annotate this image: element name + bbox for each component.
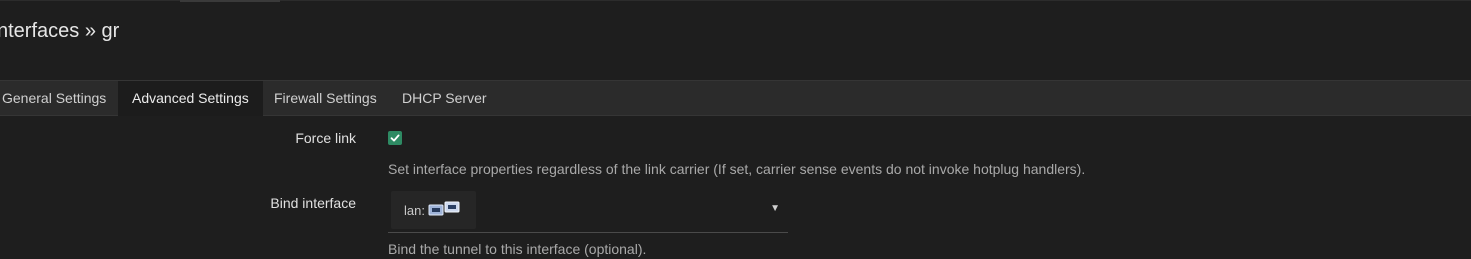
checkmark-icon <box>390 134 400 142</box>
tab-dhcp-server[interactable]: DHCP Server <box>388 81 501 116</box>
page-title: nterfaces » gr <box>0 20 120 42</box>
selected-interface-text: lan: <box>404 202 425 218</box>
tab-general-settings[interactable]: General Settings <box>0 81 120 116</box>
tab-advanced-settings[interactable]: Advanced Settings <box>118 81 263 116</box>
bind-interface-label: Bind interface <box>270 195 356 211</box>
force-link-checkbox[interactable] <box>388 131 402 145</box>
force-link-description: Set interface properties regardless of t… <box>388 161 1086 177</box>
dropdown-caret-icon: ▼ <box>770 203 780 214</box>
tab-bar: General Settings Advanced Settings Firew… <box>0 80 1471 116</box>
top-divider-accent <box>180 0 280 2</box>
network-ports-icon <box>428 201 462 220</box>
bind-interface-description: Bind the tunnel to this interface (optio… <box>388 241 647 257</box>
bind-interface-select[interactable]: lan: ▼ <box>388 189 788 233</box>
selected-interface-chip: lan: <box>391 191 476 229</box>
tab-firewall-settings[interactable]: Firewall Settings <box>260 81 391 116</box>
interface-settings-page: nterfaces » gr General Settings Advanced… <box>0 0 1471 259</box>
force-link-label: Force link <box>295 130 356 146</box>
